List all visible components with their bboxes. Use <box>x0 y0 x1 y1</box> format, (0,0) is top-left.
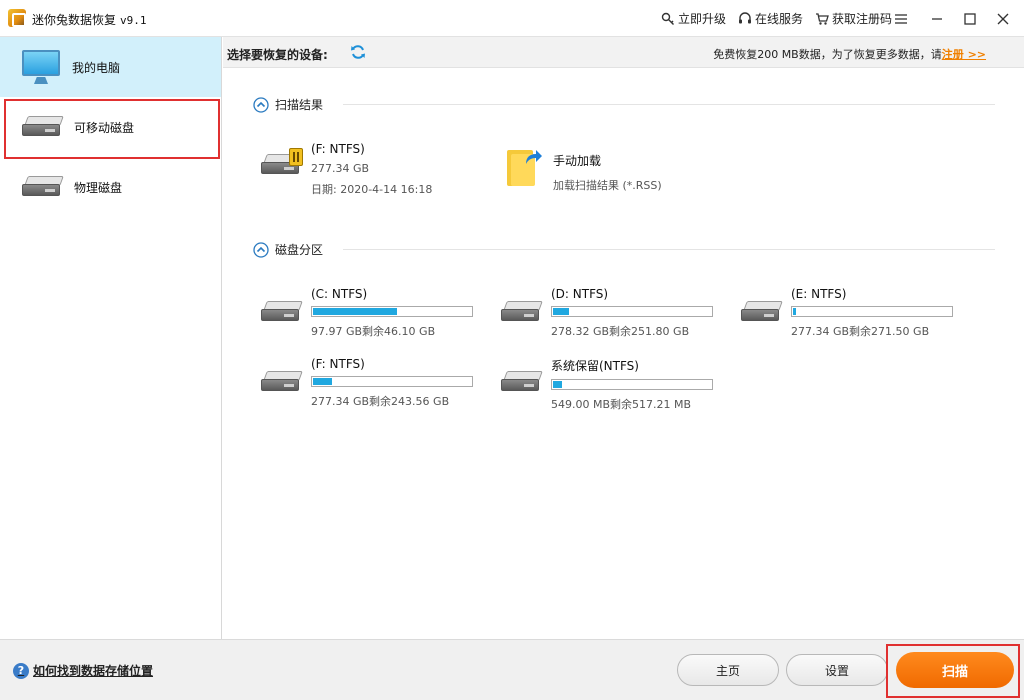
sidebar-item-physical-disk[interactable]: 物理磁盘 <box>0 157 221 217</box>
title-bar: 迷你兔数据恢复 v9.1 立即升级 在线服务 获取注册码 <box>0 0 1024 37</box>
app-title: 迷你兔数据恢复 v9.1 <box>32 11 147 28</box>
scan-result-item[interactable]: (F: NTFS) 277.34 GB 日期: 2020-4-14 16:18 <box>261 142 432 197</box>
question-icon: ? <box>13 662 29 679</box>
hard-disk-icon <box>501 301 543 323</box>
hard-disk-icon <box>741 301 783 323</box>
scan-results-header: 扫描结果 <box>253 96 323 113</box>
app-name: 迷你兔数据恢复 <box>32 13 117 27</box>
scan-result-date: 日期: 2020-4-14 16:18 <box>311 183 433 196</box>
partition-name: (C: NTFS) <box>311 287 368 301</box>
hamburger-icon <box>895 14 907 24</box>
sidebar-item-label: 我的电脑 <box>72 60 121 75</box>
usb-disk-icon <box>261 148 303 176</box>
key-icon <box>661 12 674 25</box>
top-links: 立即升级 在线服务 获取注册码 <box>661 10 892 27</box>
sidebar-item-label: 可移动磁盘 <box>74 120 135 135</box>
usage-bar <box>791 306 953 317</box>
main-panel: 扫描结果 (F: NTFS) 277.34 GB 日期: 2020-4-14 1… <box>223 68 1024 639</box>
headset-icon <box>738 11 751 23</box>
minimize-button[interactable] <box>922 6 952 32</box>
sidebar-item-my-computer[interactable]: 我的电脑 <box>0 37 221 97</box>
usage-bar <box>551 379 713 390</box>
manual-load-subtitle: 加载扫描结果 (*.RSS) <box>553 179 662 192</box>
partitions-title: 磁盘分区 <box>275 243 324 257</box>
close-button[interactable] <box>988 6 1018 32</box>
partition-info: (E: NTFS) 277.34 GB剩余271.50 GB <box>791 287 953 339</box>
maximize-icon <box>964 13 976 25</box>
partition-item-system-reserved[interactable]: 系统保留(NTFS) 549.00 MB剩余517.21 MB <box>501 357 713 412</box>
refresh-icon[interactable] <box>350 44 366 60</box>
scan-results-title: 扫描结果 <box>275 98 324 112</box>
home-button[interactable]: 主页 <box>677 654 779 686</box>
folder-arrow-icon <box>507 146 543 186</box>
close-icon <box>997 13 1009 25</box>
manual-load-title: 手动加载 <box>553 154 602 168</box>
settings-button[interactable]: 设置 <box>786 654 888 686</box>
cart-icon <box>815 12 829 25</box>
manual-load-info: 手动加载 加载扫描结果 (*.RSS) <box>553 146 662 193</box>
physical-disk-icon <box>22 176 64 198</box>
partition-info: (C: NTFS) 97.97 GB剩余46.10 GB <box>311 287 473 339</box>
upgrade-link[interactable]: 立即升级 <box>661 10 726 27</box>
partition-item-c[interactable]: (C: NTFS) 97.97 GB剩余46.10 GB <box>261 287 473 339</box>
partition-name: (E: NTFS) <box>791 287 847 301</box>
partition-name: (D: NTFS) <box>551 287 609 301</box>
get-code-label: 获取注册码 <box>831 12 892 26</box>
usage-bar <box>311 376 473 387</box>
hard-disk-icon <box>261 371 303 393</box>
usage-bar <box>551 306 713 317</box>
partition-name: 系统保留(NTFS) <box>551 359 639 373</box>
partition-usage: 278.32 GB剩余251.80 GB <box>551 325 690 338</box>
partition-item-f[interactable]: (F: NTFS) 277.34 GB剩余243.56 GB <box>261 357 473 409</box>
partition-info: (F: NTFS) 277.34 GB剩余243.56 GB <box>311 357 473 409</box>
usage-bar <box>311 306 473 317</box>
promo-text: 免费恢复200 MB数据，为了恢复更多数据，请注册 >> <box>713 46 986 62</box>
bottom-bar: ? 如何找到数据存储位置 主页 设置 扫描 <box>0 639 1024 700</box>
hard-disk-icon <box>261 301 303 323</box>
sidebar-item-label: 物理磁盘 <box>74 180 123 195</box>
promo-message: 免费恢复200 MB数据，为了恢复更多数据，请 <box>713 48 942 61</box>
partitions-header: 磁盘分区 <box>253 241 323 258</box>
manual-load-item[interactable]: 手动加载 加载扫描结果 (*.RSS) <box>507 146 662 193</box>
sidebar: 我的电脑 可移动磁盘 物理磁盘 <box>0 37 222 639</box>
scan-result-name: (F: NTFS) <box>311 142 365 156</box>
partition-usage: 549.00 MB剩余517.21 MB <box>551 398 692 411</box>
hard-disk-icon <box>501 371 543 393</box>
select-device-label: 选择要恢复的设备: <box>227 48 328 62</box>
menu-button[interactable] <box>886 6 916 32</box>
collapse-up-icon[interactable] <box>253 241 269 258</box>
partition-item-d[interactable]: (D: NTFS) 278.32 GB剩余251.80 GB <box>501 287 713 339</box>
scan-result-info: (F: NTFS) 277.34 GB 日期: 2020-4-14 16:18 <box>311 142 432 197</box>
removable-disk-icon <box>22 116 64 138</box>
get-code-link[interactable]: 获取注册码 <box>815 10 892 27</box>
partition-usage: 97.97 GB剩余46.10 GB <box>311 325 436 338</box>
scan-button[interactable]: 扫描 <box>896 652 1014 688</box>
partition-name: (F: NTFS) <box>311 357 365 371</box>
register-link[interactable]: 注册 >> <box>942 48 986 61</box>
section-divider <box>343 104 995 105</box>
section-divider <box>343 249 995 250</box>
online-service-label: 在线服务 <box>754 12 803 26</box>
help-text: 如何找到数据存储位置 <box>33 664 154 678</box>
minimize-icon <box>932 18 942 20</box>
help-link[interactable]: ? 如何找到数据存储位置 <box>13 662 153 679</box>
monitor-icon <box>22 50 60 84</box>
partition-usage: 277.34 GB剩余243.56 GB <box>311 395 450 408</box>
app-logo-icon <box>8 9 26 27</box>
app-version: v9.1 <box>120 14 147 27</box>
upgrade-label: 立即升级 <box>677 12 726 26</box>
maximize-button[interactable] <box>955 6 985 32</box>
sidebar-item-removable-disk[interactable]: 可移动磁盘 <box>0 97 221 159</box>
partition-info: 系统保留(NTFS) 549.00 MB剩余517.21 MB <box>551 357 713 412</box>
device-select-header: 选择要恢复的设备: 免费恢复200 MB数据，为了恢复更多数据，请注册 >> <box>223 37 1024 68</box>
collapse-up-icon[interactable] <box>253 96 269 113</box>
online-service-link[interactable]: 在线服务 <box>738 10 803 27</box>
scan-result-size: 277.34 GB <box>311 162 370 175</box>
partition-item-e[interactable]: (E: NTFS) 277.34 GB剩余271.50 GB <box>741 287 953 339</box>
partition-info: (D: NTFS) 278.32 GB剩余251.80 GB <box>551 287 713 339</box>
partition-usage: 277.34 GB剩余271.50 GB <box>791 325 930 338</box>
